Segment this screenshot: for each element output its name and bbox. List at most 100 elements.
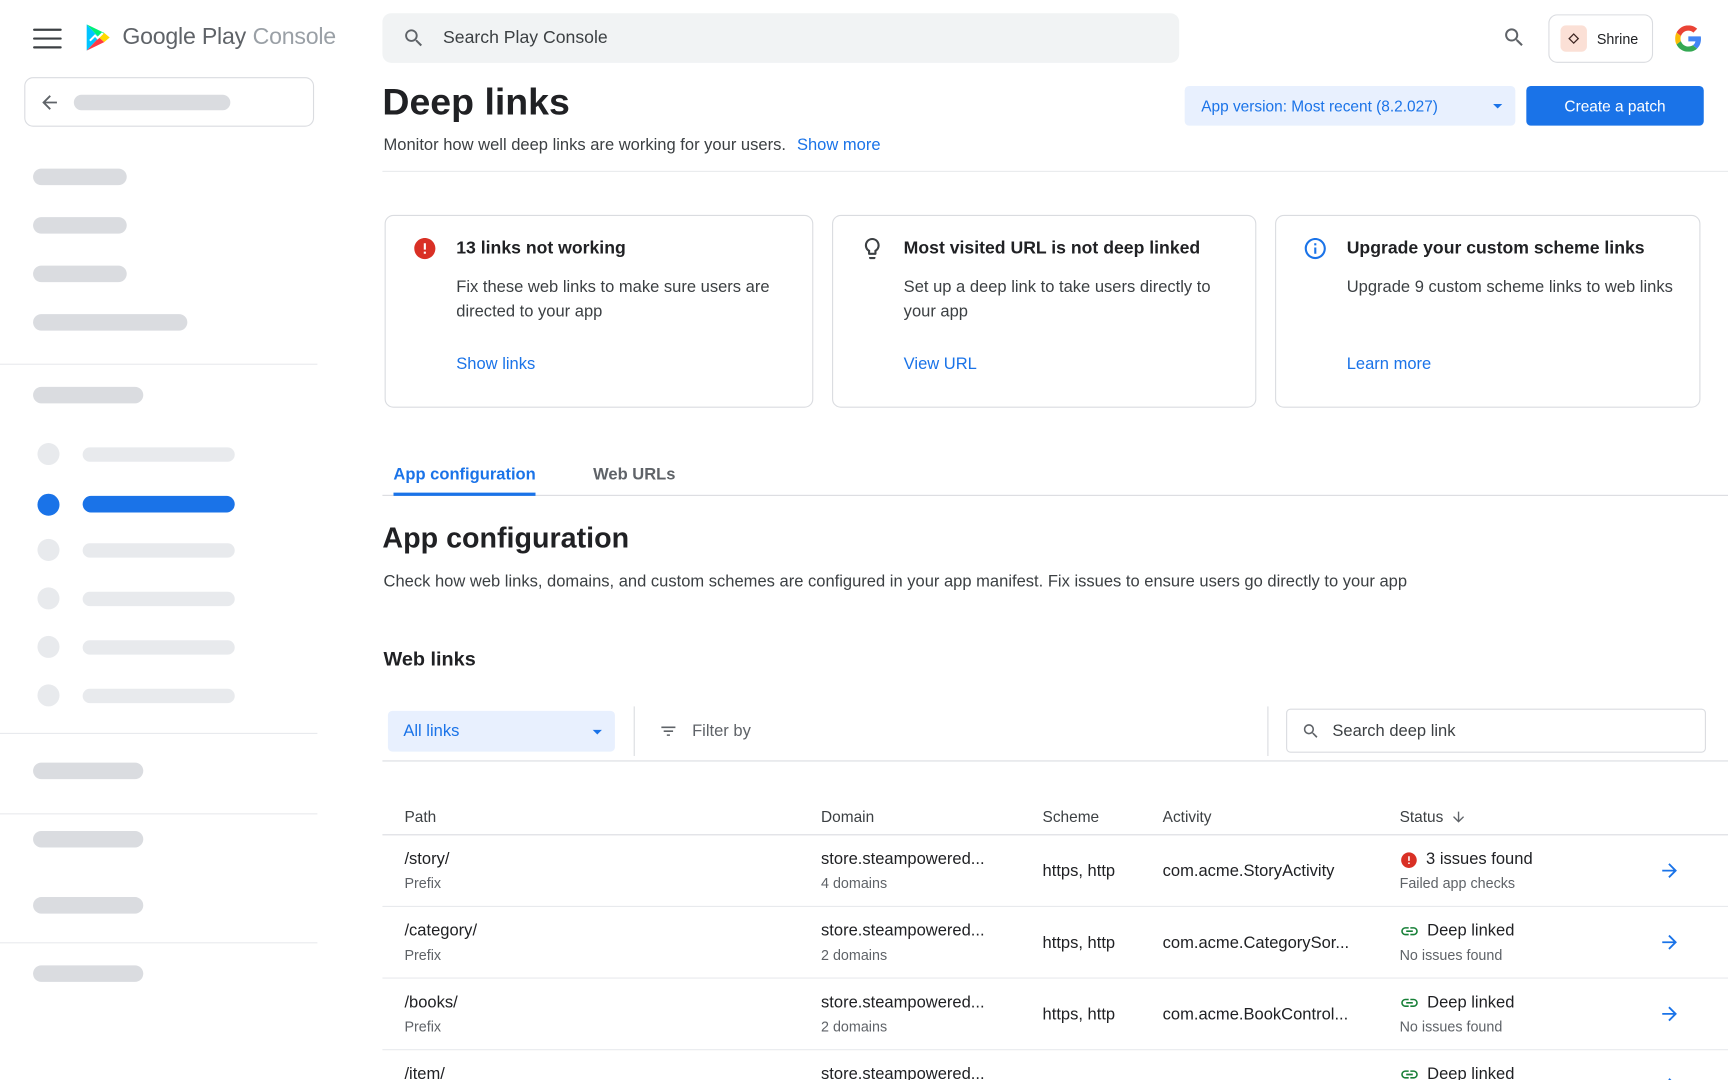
app-version-label: App version: Most recent (8.2.027) — [1201, 97, 1438, 115]
lightbulb-icon — [860, 236, 885, 267]
link-icon — [1400, 993, 1420, 1013]
play-console-logo[interactable]: Google Play Console — [82, 22, 336, 53]
create-patch-button[interactable]: Create a patch — [1526, 86, 1703, 126]
divider — [1267, 706, 1268, 756]
search-icon — [1302, 721, 1321, 740]
sort-descending-icon — [1450, 808, 1467, 825]
skeleton-bar — [33, 169, 127, 186]
menu-icon[interactable] — [33, 29, 62, 49]
scheme-value: https, http — [1043, 979, 1163, 1050]
card-title: Upgrade your custom scheme links — [1347, 239, 1645, 259]
arrow-forward-icon — [1659, 860, 1681, 882]
active-nav-bar — [83, 496, 235, 513]
link-icon — [1400, 921, 1420, 941]
activity-value: com.acme.StoryActivity — [1163, 835, 1400, 906]
scheme-value: https, http — [1043, 907, 1163, 978]
sidebar-item-active[interactable] — [0, 493, 317, 517]
column-activity[interactable]: Activity — [1163, 808, 1400, 826]
open-row-button[interactable] — [1659, 1050, 1728, 1080]
activity-value — [1163, 1050, 1400, 1080]
table-row[interactable]: /item/ store.steampowered... Deep linked — [382, 1050, 1728, 1080]
tab-app-configuration[interactable]: App configuration — [393, 452, 535, 496]
skeleton-bar — [33, 266, 127, 283]
column-domain[interactable]: Domain — [821, 808, 1043, 826]
path-value: /category/ — [404, 920, 821, 942]
section-description: Check how web links, domains, and custom… — [384, 572, 1408, 591]
search-icon[interactable] — [1501, 25, 1527, 51]
page-title: Deep links — [382, 79, 569, 125]
divider — [0, 733, 317, 734]
show-links-link[interactable]: Show links — [456, 355, 535, 374]
table-row[interactable]: /category/Prefix store.steampowered...2 … — [382, 907, 1728, 979]
divider — [0, 364, 317, 365]
play-console-app: Google Play Console Shrine — [0, 0, 1728, 1080]
filter-by-label: Filter by — [692, 722, 751, 741]
domain-count: 2 domains — [821, 946, 1043, 966]
deep-link-search[interactable] — [1286, 709, 1706, 753]
column-scheme[interactable]: Scheme — [1043, 808, 1163, 826]
global-search-input[interactable] — [443, 28, 1159, 48]
skeleton-bar — [74, 94, 230, 109]
view-url-link[interactable]: View URL — [904, 355, 977, 374]
tab-bar: App configuration Web URLs — [382, 452, 1728, 496]
account-switcher[interactable]: Shrine — [1548, 14, 1653, 62]
card-body: Upgrade 9 custom scheme links to web lin… — [1347, 276, 1683, 300]
sidebar-navigation — [0, 77, 317, 1080]
deep-link-search-input[interactable] — [1332, 721, 1690, 740]
skeleton-bar — [33, 965, 143, 982]
column-status[interactable]: Status — [1400, 808, 1659, 826]
divider — [634, 706, 635, 756]
link-icon — [1400, 1065, 1420, 1080]
web-links-toolbar: All links Filter by — [382, 701, 1728, 762]
path-type: Prefix — [404, 874, 821, 894]
app-version-dropdown[interactable]: App version: Most recent (8.2.027) — [1185, 86, 1516, 126]
top-app-bar: Google Play Console Shrine — [0, 0, 1728, 77]
card-links-not-working: 13 links not working Fix these web links… — [385, 215, 814, 408]
show-more-link[interactable]: Show more — [797, 136, 881, 155]
google-logo-icon[interactable] — [1675, 25, 1701, 51]
skeleton-bar — [83, 447, 235, 461]
column-path[interactable]: Path — [382, 808, 821, 826]
skeleton-circle — [37, 684, 59, 706]
filter-by-button[interactable]: Filter by — [659, 701, 751, 762]
shrine-app-icon — [1560, 25, 1586, 51]
card-upgrade-scheme-links: Upgrade your custom scheme links Upgrade… — [1275, 215, 1700, 408]
domain-value: store.steampowered... — [821, 920, 1043, 942]
activity-value: com.acme.CategorySor... — [1163, 907, 1400, 978]
filter-icon — [659, 722, 678, 741]
skeleton-bar — [83, 543, 235, 557]
tab-web-urls[interactable]: Web URLs — [593, 452, 675, 496]
global-search[interactable] — [382, 13, 1179, 63]
arrow-forward-icon — [1659, 931, 1681, 953]
error-icon — [1400, 850, 1419, 869]
table-row[interactable]: /books/Prefix store.steampowered...2 dom… — [382, 979, 1728, 1051]
skeleton-bar — [83, 592, 235, 606]
status-value: Deep linked — [1427, 1063, 1514, 1080]
scheme-value — [1043, 1050, 1163, 1080]
divider — [0, 942, 317, 943]
search-icon — [402, 26, 425, 49]
dropdown-caret-icon — [586, 720, 608, 742]
skeleton-circle — [37, 636, 59, 658]
skeleton-bar — [33, 897, 143, 914]
learn-more-link[interactable]: Learn more — [1347, 355, 1432, 374]
active-nav-circle — [37, 494, 59, 516]
page-subtitle: Monitor how well deep links are working … — [384, 136, 881, 155]
path-value: /item/ — [404, 1063, 821, 1080]
skeleton-bar — [33, 217, 127, 234]
dropdown-caret-icon — [1487, 95, 1509, 117]
back-navigation[interactable] — [24, 77, 314, 127]
main-content: Deep links Monitor how well deep links a… — [382, 77, 1728, 1080]
logo-text-secondary: Console — [253, 24, 336, 50]
path-value: /story/ — [404, 849, 821, 871]
open-row-button[interactable] — [1659, 835, 1728, 906]
activity-value: com.acme.BookControl... — [1163, 979, 1400, 1050]
arrow-forward-icon — [1659, 1074, 1681, 1080]
column-status-label: Status — [1400, 808, 1444, 826]
table-header: Path Domain Scheme Activity Status — [382, 799, 1728, 835]
table-row[interactable]: /story/Prefix store.steampowered...4 dom… — [382, 835, 1728, 907]
open-row-button[interactable] — [1659, 979, 1728, 1050]
links-filter-dropdown[interactable]: All links — [388, 711, 615, 752]
domain-value: store.steampowered... — [821, 992, 1043, 1014]
open-row-button[interactable] — [1659, 907, 1728, 978]
